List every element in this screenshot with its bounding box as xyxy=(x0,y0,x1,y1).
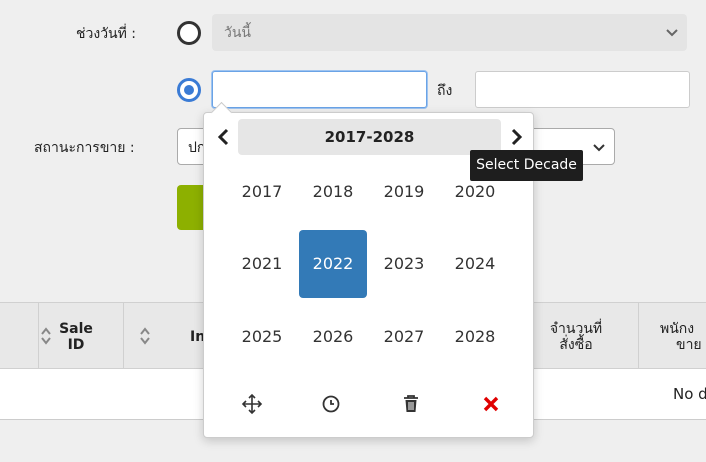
column-divider xyxy=(123,303,124,370)
chevron-down-icon xyxy=(666,29,678,37)
select-decade-tooltip: Select Decade xyxy=(470,150,583,181)
year-cell-2023[interactable]: 2023 xyxy=(370,230,438,298)
year-cell-2021[interactable]: 2021 xyxy=(228,230,296,298)
radio-preset[interactable] xyxy=(177,21,201,45)
column-divider xyxy=(38,303,39,370)
year-cell-2017[interactable]: 2017 xyxy=(228,158,296,226)
preset-value: วันนี้ xyxy=(224,25,252,41)
year-cell-2018[interactable]: 2018 xyxy=(299,158,367,226)
move-icon[interactable] xyxy=(241,393,263,415)
no-data-text: No d xyxy=(673,385,706,403)
close-icon[interactable] xyxy=(480,393,502,415)
clock-icon[interactable] xyxy=(320,393,342,415)
year-cell-2024[interactable]: 2024 xyxy=(441,230,509,298)
trash-icon[interactable] xyxy=(400,393,422,415)
year-cell-2022[interactable]: 2022 xyxy=(299,230,367,298)
date-from-input[interactable] xyxy=(212,71,427,108)
header-qty-line2: สั่งซื้อ xyxy=(559,337,593,353)
header-qty-line1: จำนวนที่ xyxy=(549,321,603,337)
status-label: สถานะการขาย : xyxy=(34,140,135,156)
sort-icon[interactable] xyxy=(40,327,52,345)
chevron-left-icon[interactable] xyxy=(213,126,235,148)
chevron-right-icon[interactable] xyxy=(505,126,527,148)
decade-switch[interactable]: 2017-2028 xyxy=(238,119,501,155)
header-sale-id-line1: Sale xyxy=(59,321,93,337)
year-cell-2019[interactable]: 2019 xyxy=(370,158,438,226)
header-qty[interactable]: จำนวนที่ สั่งซื้อ xyxy=(536,321,616,353)
header-sale-id-line2: ID xyxy=(67,337,85,353)
year-cell-2028[interactable]: 2028 xyxy=(441,303,509,371)
column-divider xyxy=(638,303,639,370)
date-to-input[interactable] xyxy=(475,71,690,108)
header-staff[interactable]: พนักง ขาย xyxy=(660,321,706,353)
year-cell-2025[interactable]: 2025 xyxy=(228,303,296,371)
chevron-down-icon xyxy=(593,144,605,152)
header-sale-id[interactable]: Sale ID xyxy=(56,321,96,353)
preset-select: วันนี้ xyxy=(212,14,687,51)
sort-icon[interactable] xyxy=(139,327,151,345)
radio-custom-range[interactable] xyxy=(177,78,201,102)
header-staff-line2: ขาย xyxy=(676,337,702,353)
year-cell-2026[interactable]: 2026 xyxy=(299,303,367,371)
date-range-label: ช่วงวันที่ : xyxy=(76,26,137,42)
year-cell-2027[interactable]: 2027 xyxy=(370,303,438,371)
header-staff-line1: พนักง xyxy=(660,321,695,337)
to-label: ถึง xyxy=(437,83,453,99)
